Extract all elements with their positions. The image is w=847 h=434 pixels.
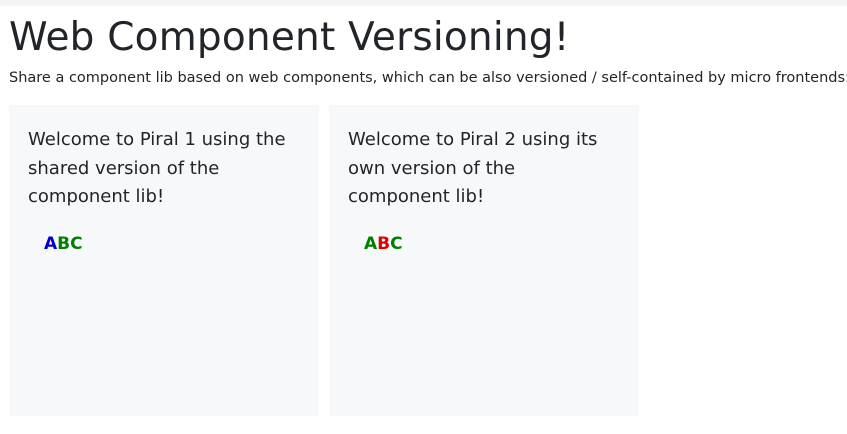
abc-component-1: A B C: [44, 234, 301, 254]
abc-component-2: A B C: [364, 234, 621, 254]
page-title: Web Component Versioning!: [9, 15, 570, 60]
abc-letter-c: C: [70, 233, 83, 254]
browser-top-strip: [0, 0, 847, 6]
pilet-cards-container: Welcome to Piral 1 using the shared vers…: [9, 105, 639, 416]
abc-letter-c: C: [390, 233, 403, 254]
abc-letter-a: A: [44, 233, 58, 254]
page-subtitle: Share a component lib based on web compo…: [9, 70, 847, 86]
pilet-card-2-text: Welcome to Piral 2 using its own version…: [348, 129, 598, 207]
abc-letter-b: B: [377, 233, 391, 254]
pilet-card-1: Welcome to Piral 1 using the shared vers…: [9, 105, 319, 416]
pilet-card-2: Welcome to Piral 2 using its own version…: [329, 105, 639, 416]
abc-letter-b: B: [57, 233, 71, 254]
page-content: Web Component Versioning! Share a compon…: [9, 14, 847, 416]
abc-letter-a: A: [364, 233, 378, 254]
pilet-card-1-text: Welcome to Piral 1 using the shared vers…: [28, 129, 286, 207]
